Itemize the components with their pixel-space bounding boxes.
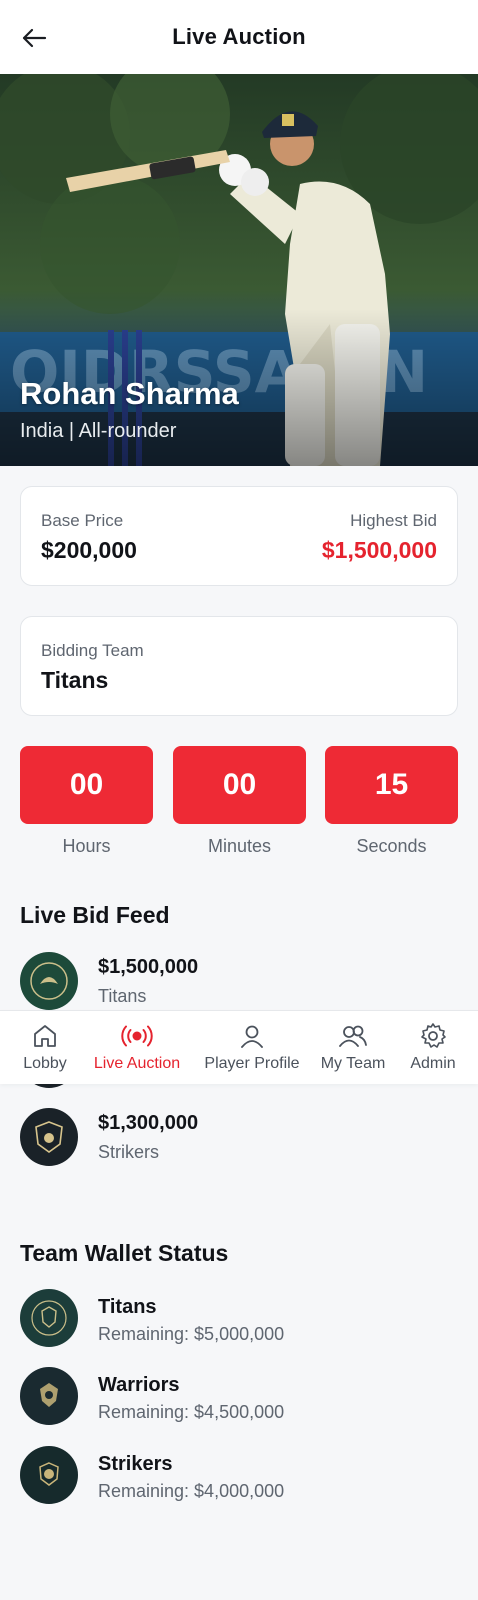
bidding-team-value: Titans bbox=[41, 667, 109, 693]
app-header: Live Auction bbox=[0, 0, 478, 74]
highest-bid-value: $1,500,000 bbox=[321, 537, 437, 563]
nav-label: Player Profile bbox=[204, 1055, 300, 1072]
timer-seconds: 15 bbox=[325, 746, 458, 824]
nav-player-profile[interactable]: Player Profile bbox=[198, 1011, 306, 1085]
nav-my-team[interactable]: My Team bbox=[316, 1011, 390, 1085]
nav-label: Admin bbox=[410, 1055, 456, 1072]
wallet-remaining: Remaining: $5,000,000 bbox=[98, 1324, 285, 1344]
user-icon bbox=[241, 1025, 263, 1048]
users-icon bbox=[339, 1025, 367, 1047]
feed-amount: $1,500,000 bbox=[98, 956, 199, 978]
price-card: Base Price $200,000 Highest Bid $1,500,0… bbox=[20, 486, 458, 586]
wallet-team-name: Titans bbox=[98, 1296, 157, 1318]
timer-minutes-label: Minutes bbox=[207, 836, 272, 856]
bidding-team-label: Bidding Team bbox=[41, 641, 144, 660]
feed-team: Strikers bbox=[98, 1142, 160, 1162]
wallet-remaining: Remaining: $4,500,000 bbox=[98, 1402, 285, 1422]
nav-label: My Team bbox=[320, 1055, 386, 1072]
lion-crest-icon bbox=[30, 962, 68, 1000]
highest-bid-label: Highest Bid bbox=[350, 511, 437, 530]
nav-admin[interactable]: Admin bbox=[400, 1011, 466, 1085]
wallet-team-name: Warriors bbox=[98, 1374, 180, 1396]
team-logo-avatar bbox=[20, 1289, 78, 1347]
timer-seconds-label: Seconds bbox=[356, 836, 427, 856]
page-title: Live Auction bbox=[172, 24, 306, 49]
warrior-crest-icon bbox=[40, 1383, 58, 1407]
team-crest-icon bbox=[31, 1300, 67, 1336]
base-price-value: $200,000 bbox=[41, 537, 137, 563]
gear-icon bbox=[421, 1023, 446, 1048]
nav-label: Live Auction bbox=[93, 1055, 181, 1072]
feed-amount: $1,300,000 bbox=[98, 1112, 199, 1134]
timer-hours-label: Hours bbox=[62, 836, 111, 856]
broadcast-icon bbox=[121, 1025, 153, 1047]
back-button[interactable] bbox=[18, 22, 50, 54]
feed-team: Titans bbox=[98, 986, 147, 1006]
player-country-role: India | All-rounder bbox=[20, 420, 177, 442]
shield-crest-icon bbox=[35, 1121, 63, 1153]
team-logo-avatar bbox=[20, 1446, 78, 1504]
arrow-left-icon bbox=[22, 28, 47, 48]
timer-hours: 00 bbox=[20, 746, 153, 824]
live-bid-feed-title: Live Bid Feed bbox=[20, 902, 170, 928]
nav-label: Lobby bbox=[23, 1055, 67, 1072]
bidding-team-card: Bidding Team Titans bbox=[20, 616, 458, 716]
base-price-label: Base Price bbox=[41, 511, 124, 530]
player-hero-image: OIDRSSA E N Rohan Sharma India | All-rou… bbox=[0, 74, 478, 466]
bottom-nav: Lobby Live Auction Player Profile My Tea… bbox=[0, 1010, 478, 1084]
team-logo-avatar bbox=[20, 1367, 78, 1425]
timer-minutes: 00 bbox=[173, 746, 306, 824]
team-logo-avatar bbox=[20, 952, 78, 1010]
wallet-remaining: Remaining: $4,000,000 bbox=[98, 1481, 285, 1501]
team-logo-avatar bbox=[20, 1108, 78, 1166]
nav-lobby[interactable]: Lobby bbox=[0, 1011, 90, 1085]
team-wallet-title: Team Wallet Status bbox=[20, 1240, 229, 1266]
home-icon bbox=[34, 1025, 56, 1047]
player-name: Rohan Sharma bbox=[20, 376, 239, 411]
nav-live-auction[interactable]: Live Auction bbox=[88, 1011, 186, 1085]
wallet-team-name: Strikers bbox=[98, 1453, 173, 1475]
lion-shield-icon bbox=[39, 1462, 59, 1486]
